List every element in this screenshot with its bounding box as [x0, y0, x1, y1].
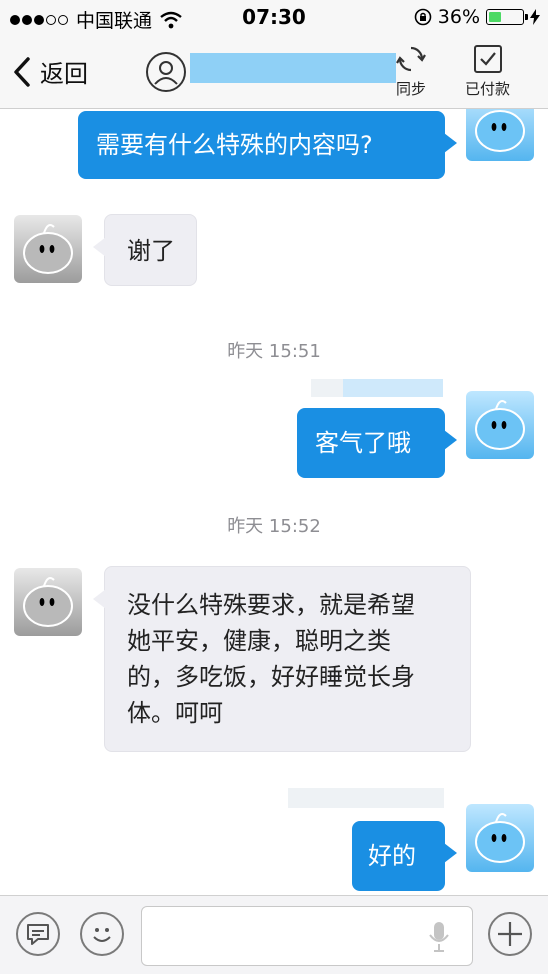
contact-name-redacted: [190, 53, 396, 83]
qq-mascot-gray-icon: [23, 577, 73, 627]
message-input-bar: [0, 895, 548, 974]
paid-button[interactable]: 已付款: [465, 44, 510, 99]
qq-mascot-gray-icon: [23, 224, 73, 274]
back-label: 返回: [40, 60, 88, 88]
lock-rotation-icon: [414, 8, 432, 26]
message-bubble-incoming[interactable]: 谢了: [93, 214, 197, 286]
qq-mascot-icon: [475, 400, 525, 450]
emoji-button[interactable]: [80, 912, 124, 956]
timestamp: 昨天 15:51: [227, 341, 321, 362]
emoji-icon: [93, 928, 111, 942]
self-avatar[interactable]: [466, 391, 534, 459]
back-button[interactable]: 返回: [12, 54, 88, 89]
contact-avatar-icon[interactable]: [146, 52, 186, 92]
paid-checkbox-icon: [473, 45, 502, 73]
message-bubble-outgoing[interactable]: 需要有什么特殊的内容吗?: [78, 111, 457, 179]
message-input[interactable]: [141, 906, 473, 966]
battery-percent: 36%: [437, 6, 480, 28]
microphone-icon[interactable]: [428, 921, 450, 953]
add-icon: [498, 922, 522, 946]
message-line: 的，多吃饭，好好睡觉长身: [127, 663, 415, 691]
message-bubble-outgoing[interactable]: 好的: [352, 821, 457, 891]
redacted-sender: [288, 788, 444, 808]
paid-label: 已付款: [465, 80, 511, 98]
add-button[interactable]: [488, 912, 532, 956]
contact-avatar[interactable]: [14, 568, 82, 636]
voice-message-button[interactable]: [16, 912, 60, 956]
message-text: 好的: [368, 842, 416, 870]
message-line: 她平安，健康，聪明之类: [127, 627, 391, 655]
message-line: 体。呵呵: [127, 699, 223, 727]
self-avatar[interactable]: [466, 109, 534, 161]
charging-icon: [530, 9, 540, 25]
contact-avatar[interactable]: [14, 215, 82, 283]
sync-icon: [396, 46, 426, 72]
self-avatar[interactable]: [466, 804, 534, 872]
battery-icon: [486, 9, 528, 25]
status-right: 36%: [414, 6, 540, 28]
message-line: 没什么特殊要求，就是希望: [127, 591, 415, 619]
chat-history[interactable]: 需要有什么特殊的内容吗? 谢了 昨天 15:51 客气了哦 昨天 15:52 没…: [0, 109, 548, 895]
status-bar: 中国联通 07:30 36%: [0, 0, 548, 36]
message-text: 客气了哦: [315, 429, 411, 457]
qq-mascot-icon: [475, 813, 525, 863]
voice-message-icon: [27, 924, 49, 945]
qq-mascot-icon: [475, 110, 525, 152]
message-text: 需要有什么特殊的内容吗?: [96, 131, 373, 159]
redacted-sender: [343, 379, 443, 397]
message-text: 谢了: [127, 237, 175, 265]
timestamp: 昨天 15:52: [227, 516, 321, 537]
back-chevron-icon: [14, 56, 30, 87]
message-bubble-outgoing[interactable]: 客气了哦: [297, 408, 457, 478]
chat-header: 返回 同步 已付款: [0, 36, 548, 109]
sync-label: 同步: [396, 80, 427, 98]
message-bubble-incoming[interactable]: 没什么特殊要求，就是希望 她平安，健康，聪明之类 的，多吃饭，好好睡觉长身 体。…: [93, 566, 471, 752]
sync-button[interactable]: 同步: [396, 44, 426, 99]
